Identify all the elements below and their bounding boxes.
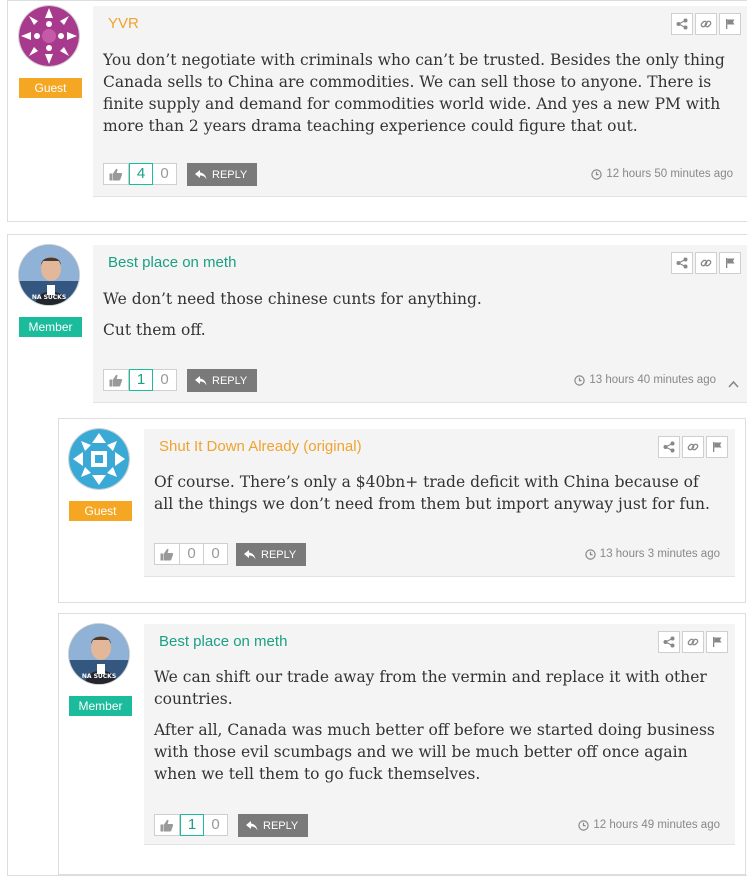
- vote-widget: 1 0: [154, 814, 228, 836]
- avatar[interactable]: NA SUCKS: [19, 245, 79, 305]
- reply-label: REPLY: [261, 548, 297, 561]
- comment-thread: NA SUCKS Member Best place on meth We do…: [7, 234, 747, 876]
- comment-box: Best place on meth We don’t need those c…: [93, 245, 747, 403]
- share-icon[interactable]: [671, 252, 693, 274]
- comment-timestamp[interactable]: 13 hours 40 minutes ago: [574, 374, 716, 386]
- comment-tools: [669, 252, 741, 274]
- reply-button[interactable]: REPLY: [238, 814, 309, 837]
- author-name[interactable]: Shut It Down Already (original): [159, 438, 362, 455]
- comment-paragraph: Of course. There’s only a $40bn+ trade d…: [154, 473, 710, 513]
- avatar-caption: NA SUCKS: [82, 673, 116, 680]
- role-badge: Guest: [69, 501, 132, 521]
- share-icon[interactable]: [658, 436, 680, 458]
- comment-tools: [656, 436, 728, 458]
- reply-label: REPLY: [263, 819, 299, 832]
- role-badge: Member: [69, 696, 132, 716]
- clock-icon: [591, 168, 603, 180]
- thumbs-up-icon[interactable]: [154, 814, 180, 836]
- vote-widget: 0 0: [154, 543, 228, 565]
- comment-timestamp[interactable]: 12 hours 50 minutes ago: [591, 168, 733, 180]
- reply-arrow-icon: [246, 820, 258, 830]
- reply-button[interactable]: REPLY: [187, 369, 258, 392]
- comment-paragraph: After all, Canada was much better off be…: [154, 721, 715, 783]
- reply-arrow-icon: [195, 169, 207, 179]
- comment-thread: Guest YVR You don’t negotiate with crimi…: [7, 0, 747, 222]
- thumbs-up-icon[interactable]: [154, 543, 180, 565]
- child-comment: NA SUCKS Member Best place on meth We ca…: [58, 613, 746, 875]
- comment-paragraph: Cut them off.: [103, 321, 206, 339]
- comment-text: You don’t negotiate with criminals who c…: [103, 49, 734, 146]
- flag-icon[interactable]: [706, 436, 728, 458]
- comment-paragraph: We can shift our trade away from the ver…: [154, 668, 707, 708]
- avatar[interactable]: NA SUCKS: [69, 624, 129, 684]
- reply-arrow-icon: [244, 549, 256, 559]
- comment-tools: [669, 13, 741, 35]
- link-icon[interactable]: [695, 13, 717, 35]
- comment-paragraph: You don’t negotiate with criminals who c…: [103, 51, 725, 135]
- reply-label: REPLY: [212, 168, 248, 181]
- role-badge: Member: [19, 317, 82, 337]
- link-icon[interactable]: [695, 252, 717, 274]
- author-name[interactable]: Best place on meth: [159, 633, 287, 650]
- comment-timestamp[interactable]: 12 hours 49 minutes ago: [578, 819, 720, 831]
- clock-icon: [585, 548, 596, 560]
- comment-text: We don’t need those chinese cunts for an…: [103, 288, 734, 350]
- downvote-count: 0: [204, 543, 228, 565]
- reply-button[interactable]: REPLY: [236, 543, 307, 566]
- upvote-count: 1: [129, 369, 153, 391]
- flag-icon[interactable]: [719, 13, 741, 35]
- link-icon[interactable]: [682, 631, 704, 653]
- collapse-chevron-icon[interactable]: [728, 375, 739, 393]
- flag-icon[interactable]: [719, 252, 741, 274]
- author-name[interactable]: YVR: [108, 15, 139, 32]
- author-name[interactable]: Best place on meth: [108, 254, 236, 271]
- avatar-caption: NA SUCKS: [32, 294, 66, 301]
- clock-icon: [578, 819, 590, 831]
- avatar[interactable]: [69, 429, 129, 489]
- comment-paragraph: We don’t need those chinese cunts for an…: [103, 290, 482, 308]
- comment-text: Of course. There’s only a $40bn+ trade d…: [154, 471, 721, 524]
- reply-button[interactable]: REPLY: [187, 163, 258, 186]
- vote-widget: 1 0: [103, 369, 177, 391]
- role-badge: Guest: [19, 78, 82, 98]
- vote-widget: 4 0: [103, 163, 177, 185]
- reply-label: REPLY: [212, 374, 248, 387]
- avatar[interactable]: [19, 6, 79, 66]
- comment-box: YVR You don’t negotiate with criminals w…: [93, 6, 747, 197]
- thumbs-up-icon[interactable]: [103, 163, 129, 185]
- flag-icon[interactable]: [706, 631, 728, 653]
- thumbs-up-icon[interactable]: [103, 369, 129, 391]
- share-icon[interactable]: [671, 13, 693, 35]
- child-comment: Guest Shut It Down Already (original) Of…: [58, 418, 746, 603]
- comment-box: Shut It Down Already (original) Of cours…: [144, 429, 735, 577]
- reply-arrow-icon: [195, 375, 207, 385]
- clock-icon: [574, 374, 586, 386]
- comment-box: Best place on meth We can shift our trad…: [144, 624, 735, 845]
- link-icon[interactable]: [682, 436, 704, 458]
- downvote-count: 0: [153, 163, 177, 185]
- downvote-count: 0: [153, 369, 177, 391]
- comment-timestamp[interactable]: 13 hours 3 minutes ago: [585, 548, 720, 560]
- downvote-count: 0: [204, 814, 228, 836]
- comment-text: We can shift our trade away from the ver…: [154, 666, 721, 794]
- upvote-count: 0: [180, 543, 204, 565]
- share-icon[interactable]: [658, 631, 680, 653]
- upvote-count: 4: [129, 163, 153, 185]
- upvote-count: 1: [180, 814, 204, 836]
- comment-tools: [656, 631, 728, 653]
